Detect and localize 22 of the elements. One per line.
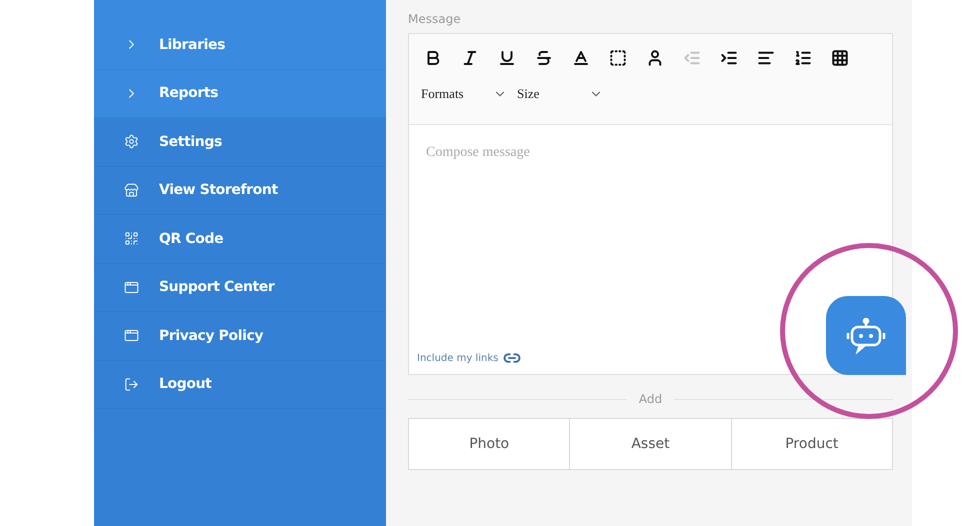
indent-icon[interactable] bbox=[720, 49, 738, 67]
dropdown[interactable]: Formats bbox=[421, 84, 511, 104]
robot-icon bbox=[846, 318, 886, 354]
person-icon[interactable] bbox=[646, 49, 664, 67]
window-icon bbox=[124, 328, 139, 344]
dropdown[interactable]: Size bbox=[517, 84, 607, 104]
underline-icon[interactable] bbox=[498, 49, 516, 67]
chatbot-button[interactable] bbox=[826, 296, 906, 375]
logout-icon bbox=[124, 376, 139, 392]
italic-icon[interactable] bbox=[461, 49, 479, 67]
table-icon[interactable] bbox=[831, 49, 849, 67]
include-links-link[interactable]: Include my links bbox=[417, 352, 498, 364]
align-left-icon[interactable] bbox=[757, 49, 775, 67]
field-label: Message bbox=[408, 12, 462, 28]
qr-code-icon bbox=[124, 231, 139, 246]
numbered-list-icon[interactable] bbox=[794, 49, 812, 67]
strikethrough-icon[interactable] bbox=[535, 49, 553, 67]
settings-icon bbox=[124, 134, 139, 150]
store-icon bbox=[124, 182, 139, 198]
divider-label: Add bbox=[638, 392, 662, 406]
window-icon bbox=[124, 280, 139, 295]
font-color-icon[interactable] bbox=[572, 49, 590, 67]
